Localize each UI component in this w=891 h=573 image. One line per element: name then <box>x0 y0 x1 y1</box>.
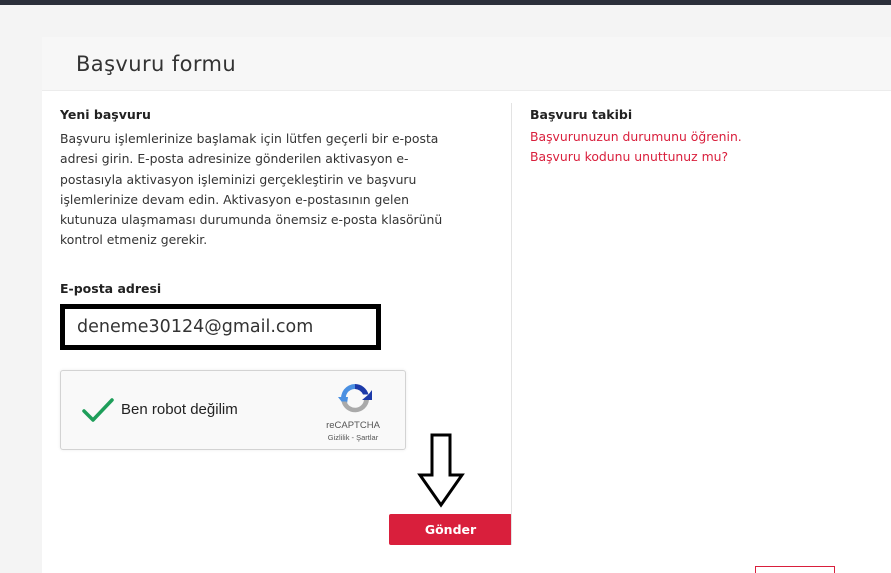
submit-button[interactable]: Gönder <box>389 514 512 545</box>
top-bar <box>0 0 891 5</box>
intro-line: adresi girin. E-posta adresinize gönderi… <box>60 151 409 167</box>
card-header: Başvuru formu <box>42 37 891 91</box>
email-label: E-posta adresi <box>60 281 162 296</box>
recaptcha-widget: Ben robot değilim reCAPTCHA Gizlilik - Ş… <box>60 370 406 450</box>
recaptcha-terms-link[interactable]: Gizlilik - Şartlar <box>303 433 403 442</box>
application-tracking-section: Başvuru takibi Başvurunuzun durumunu öğr… <box>530 107 870 167</box>
new-application-heading: Yeni başvuru <box>60 107 151 122</box>
down-arrow-icon <box>417 433 465 508</box>
recaptcha-logo-icon <box>338 384 372 413</box>
intro-line: Başvuru işlemlerinize başlamak için lütf… <box>60 131 439 146</box>
email-input[interactable] <box>60 304 381 350</box>
intro-line: kutunuza ulaşmaması durumunda önemsiz e-… <box>60 212 443 228</box>
intro-line: işlemlerinize devam edin. Aktivasyon e-p… <box>60 191 409 207</box>
recaptcha-brand: reCAPTCHA <box>326 420 380 431</box>
tracking-links: Başvurunuzun durumunu öğrenin. Başvuru k… <box>530 127 870 167</box>
column-divider <box>511 103 512 545</box>
partial-button[interactable] <box>755 566 835 573</box>
new-application-section: Yeni başvuru Başvuru işlemlerinize başla… <box>60 107 512 545</box>
check-status-link[interactable]: Başvurunuzun durumunu öğrenin. <box>530 127 870 147</box>
intro-text: Başvuru işlemlerinize başlamak için lütf… <box>60 129 493 251</box>
tracking-heading: Başvuru takibi <box>530 107 633 122</box>
recaptcha-label: Ben robot değilim <box>121 401 238 418</box>
page-title: Başvuru formu <box>76 52 237 76</box>
forgot-code-link[interactable]: Başvuru kodunu unuttunuz mu? <box>530 147 870 167</box>
checkmark-icon[interactable] <box>81 393 115 427</box>
intro-line: postasıyla aktivasyon işleminizi gerçekl… <box>60 171 417 187</box>
intro-line: kontrol etmeniz gerekir. <box>60 232 208 248</box>
application-form-card: Başvuru formu Yeni başvuru Başvuru işlem… <box>42 37 891 573</box>
